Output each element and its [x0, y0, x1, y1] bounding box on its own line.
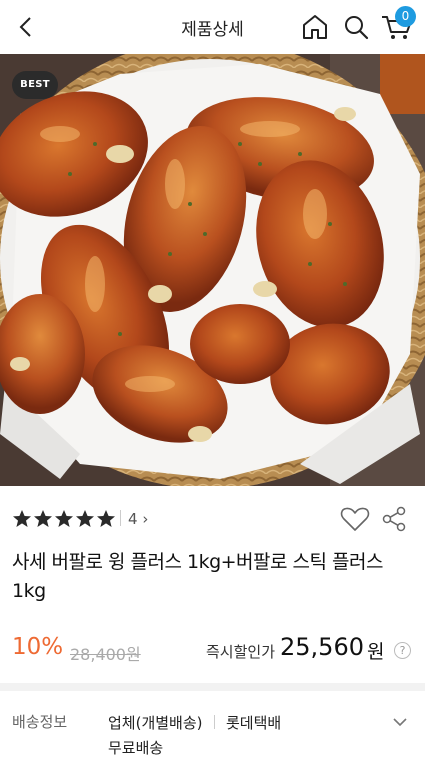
cart-count-badge: 0: [395, 6, 416, 27]
shipping-label: 배송정보: [12, 713, 68, 731]
star-rating: [13, 510, 115, 527]
chevron-left-icon: [19, 17, 31, 37]
sale-price-label: 즉시할인가: [206, 643, 276, 661]
star-icon: [13, 510, 31, 527]
shipping-vendor: 업체(개별배송): [108, 714, 203, 732]
discount-rate: 10%: [12, 634, 64, 660]
shipping-fee: 무료배송: [108, 739, 164, 757]
star-icon: [55, 510, 73, 527]
back-button[interactable]: [14, 13, 40, 41]
shipping-carrier: 롯데택배: [226, 714, 282, 732]
shipping-expand-button[interactable]: [390, 712, 410, 732]
chevron-down-icon: [393, 718, 407, 727]
heart-outline-icon: [340, 507, 370, 531]
search-icon: [345, 16, 369, 40]
original-price: 28,400원: [70, 645, 141, 664]
wishlist-button[interactable]: [340, 505, 370, 533]
star-icon: [97, 510, 115, 527]
search-button[interactable]: [341, 12, 371, 42]
help-icon[interactable]: ?: [394, 642, 411, 659]
top-bar: 제품상세 0: [0, 0, 425, 54]
best-badge: BEST: [12, 71, 58, 99]
rating-divider: [120, 510, 121, 526]
home-button[interactable]: [300, 12, 330, 42]
review-count-link[interactable]: 4 ›: [128, 510, 148, 528]
product-name: 사세 버팔로 윙 플러스 1kg+버팔로 스틱 플러스 1kg: [12, 551, 383, 602]
home-icon: [303, 15, 327, 39]
star-icon: [76, 510, 94, 527]
price-row: 10% 28,400원 즉시할인가 25,560 원 ?: [12, 633, 417, 667]
share-button[interactable]: [380, 505, 408, 533]
product-image[interactable]: [0, 54, 425, 486]
star-icon: [34, 510, 52, 527]
currency-unit: 원: [367, 641, 385, 663]
shipping-divider: [214, 715, 215, 729]
review-count: 4: [128, 510, 138, 528]
sale-price: 25,560: [280, 633, 364, 661]
section-divider: [0, 683, 425, 691]
chevron-right-icon: ›: [142, 510, 149, 528]
share-icon: [382, 506, 406, 532]
